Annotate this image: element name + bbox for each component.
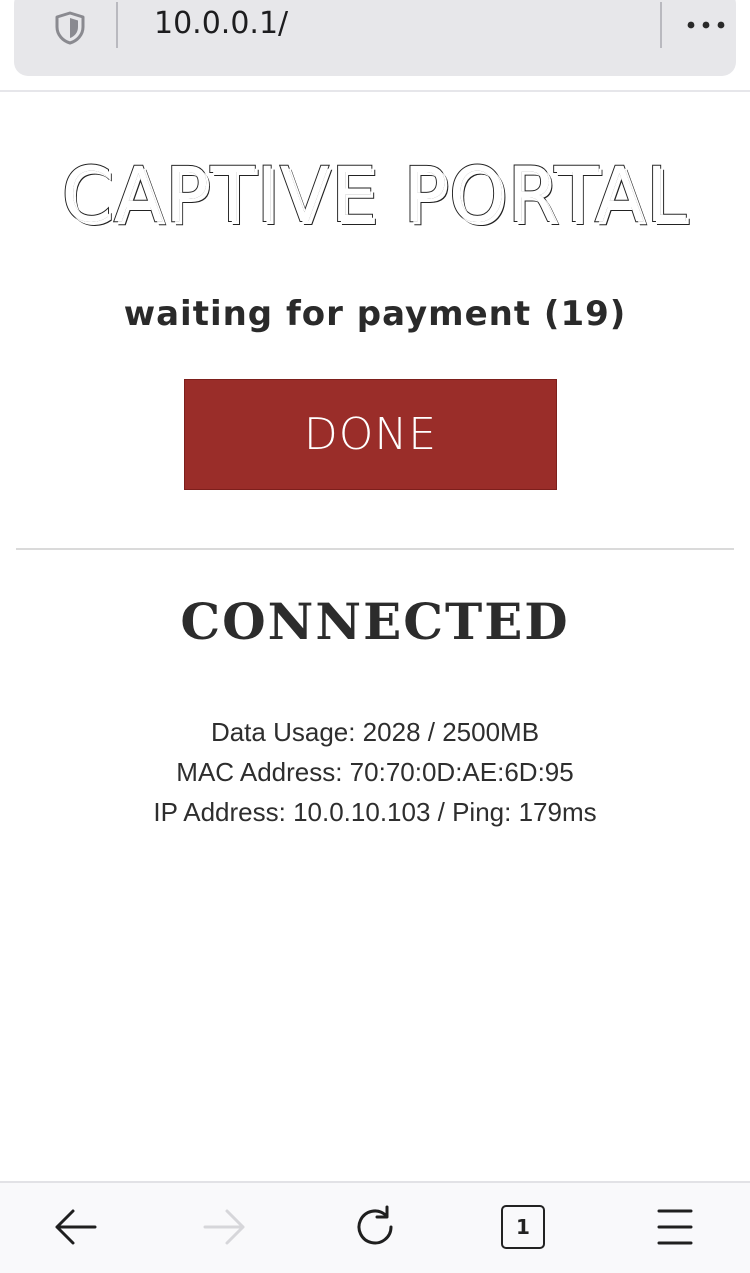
arrow-left-icon: [55, 1209, 97, 1245]
portal-title-wrap: CAPTIVE PORTAL: [0, 149, 750, 240]
arrow-right-icon: [203, 1209, 245, 1245]
done-button[interactable]: DONE: [184, 379, 557, 490]
reload-button[interactable]: [349, 1201, 401, 1253]
portal-title: CAPTIVE PORTAL: [61, 149, 689, 240]
top-bar: 10.0.0.1/: [0, 0, 750, 92]
shield-icon[interactable]: [52, 10, 88, 46]
mac-address: MAC Address: 70:70:0D:AE:6D:95: [176, 757, 574, 787]
ip-ping: IP Address: 10.0.10.103 / Ping: 179ms: [153, 797, 597, 827]
back-button[interactable]: [49, 1201, 101, 1253]
url-separator-left: [116, 2, 118, 48]
url-separator-right: [660, 2, 662, 48]
hamburger-menu-icon: [657, 1209, 693, 1245]
browser-screen: 10.0.0.1/ CAPTIVE PORTAL waiting for pay…: [0, 0, 750, 1273]
connected-heading: CONNECTED: [180, 592, 570, 651]
url-text[interactable]: 10.0.0.1/: [154, 4, 288, 44]
tabs-icon[interactable]: 1: [501, 1205, 545, 1249]
reload-icon: [357, 1205, 393, 1245]
menu-button[interactable]: [649, 1201, 701, 1253]
more-dots-icon[interactable]: [682, 8, 730, 42]
divider: [16, 548, 734, 550]
forward-button[interactable]: [199, 1201, 251, 1253]
payment-status: waiting for payment (19): [123, 294, 627, 334]
connection-info: Data Usage: 2028 / 2500MB MAC Address: 7…: [0, 712, 750, 832]
data-usage: Data Usage: 2028 / 2500MB: [210, 717, 540, 747]
url-bar[interactable]: 10.0.0.1/: [14, 0, 736, 76]
bottom-toolbar: 1: [0, 1181, 750, 1273]
page-content: CAPTIVE PORTAL waiting for payment (19) …: [0, 92, 750, 1180]
